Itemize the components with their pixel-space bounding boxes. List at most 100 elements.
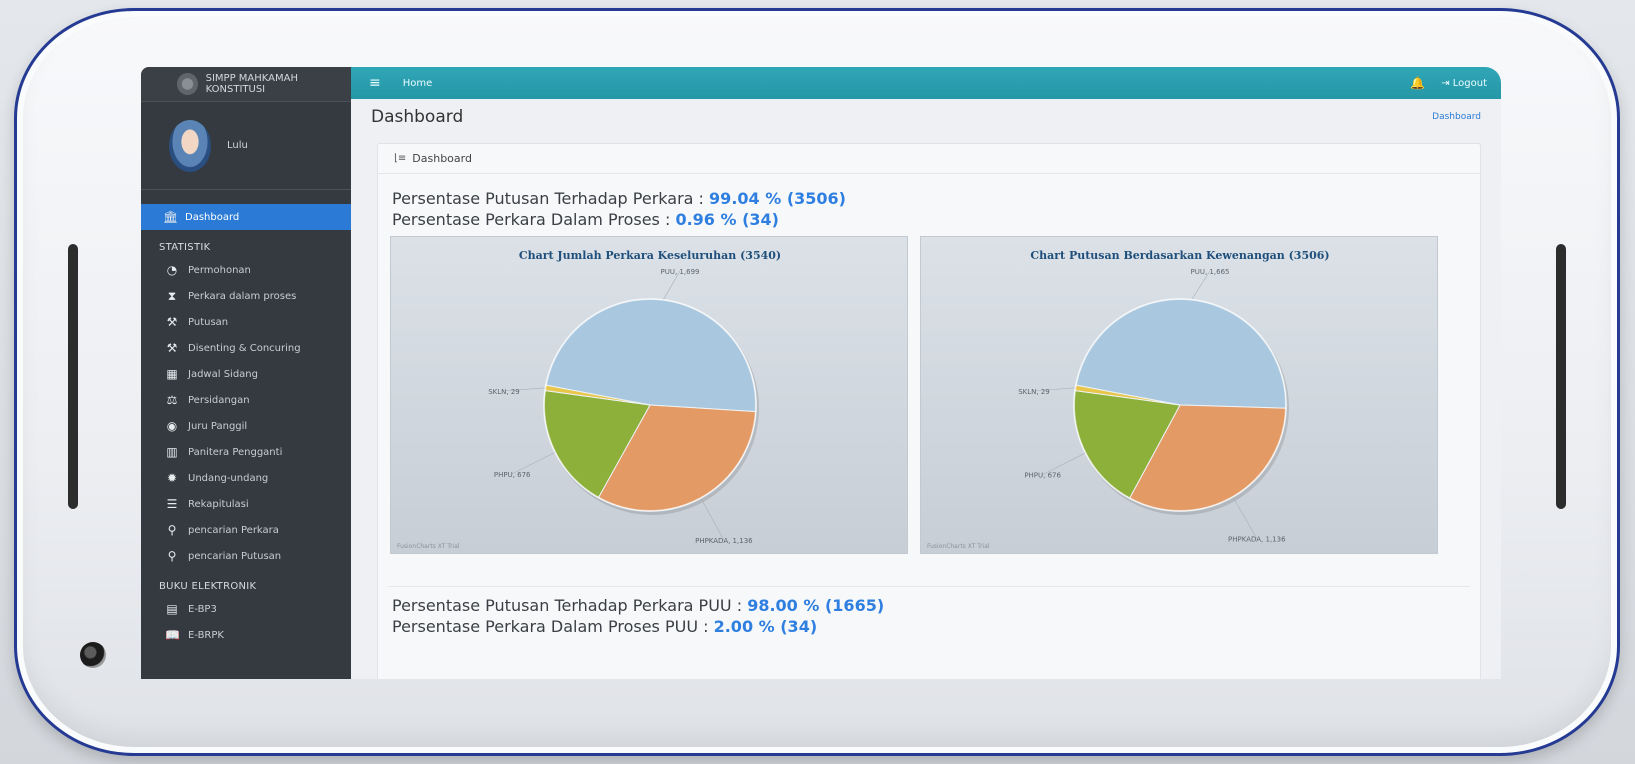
search-icon: ⚲ (167, 549, 177, 563)
list-icon: ☰ (166, 497, 178, 511)
charts-row: Chart Jumlah Perkara Keseluruhan (3540) P… (390, 236, 1480, 554)
breadcrumb[interactable]: Dashboard (1432, 112, 1481, 122)
notification-bell-icon[interactable]: 🔔 (1410, 76, 1425, 90)
sidebar-item-label: Juru Panggil (188, 420, 248, 432)
sidebar-item-label: Undang-undang (188, 472, 269, 484)
open-book-icon: 📖 (165, 628, 180, 642)
stat-value: 99.04 % (3506) (709, 189, 846, 208)
sidebar-item-pencarian-perkara[interactable]: ⚲ pencarian Perkara (141, 517, 351, 543)
sidebar-item-persidangan[interactable]: ⚖ Persidangan (141, 387, 351, 413)
sidebar-item-label: Rekapitulasi (188, 498, 249, 510)
building-icon: ▥ (166, 445, 178, 459)
hourglass-icon: ⧗ (167, 288, 177, 303)
sidebar-item-label: E-BP3 (188, 603, 217, 615)
sidebar-item-label: Disenting & Concuring (188, 342, 301, 354)
pie-label-skln: SKLN, 29 (1018, 388, 1050, 396)
user-circle-icon: ◉ (166, 419, 178, 433)
stats-puu: Persentase Putusan Terhadap Perkara PUU … (378, 595, 1480, 637)
sidebar-item-undang-undang[interactable]: ✹ Undang-undang (141, 465, 351, 491)
device-side-button-right (1556, 244, 1566, 509)
chart-watermark: FusionCharts XT Trial (927, 543, 990, 550)
brand-title: SIMPP MAHKAMAH KONSTITUSI (205, 73, 298, 95)
sidebar-item-e-brpk[interactable]: 📖 E-BRPK (141, 622, 351, 648)
sidebar-item-pencarian-putusan[interactable]: ⚲ pencarian Putusan (141, 543, 351, 569)
user-name: Lulu (227, 140, 248, 151)
nav-section-header: STATISTIK (159, 242, 211, 253)
gavel-icon: ⚒ (166, 315, 178, 329)
pie-label-puu: PUU, 1,665 (1191, 268, 1230, 276)
sidebar-item-label: pencarian Perkara (188, 524, 279, 536)
sidebar-item-disenting[interactable]: ⚒ Disenting & Concuring (141, 335, 351, 361)
stat-line: Persentase Perkara Dalam Proses PUU : 2.… (378, 616, 1480, 637)
logout-icon: ⇥ (1441, 77, 1453, 89)
pie-chart-keseluruhan[interactable]: Chart Jumlah Perkara Keseluruhan (3540) P… (390, 236, 908, 554)
book-icon: ▤ (166, 602, 178, 616)
sidebar: SIMPP MAHKAMAH KONSTITUSI Lulu 🏛 Dashboa… (141, 67, 351, 679)
sidebar-item-panitera-pengganti[interactable]: ▥ Panitera Pengganti (141, 439, 351, 465)
stat-line: Persentase Perkara Dalam Proses : 0.96 %… (378, 209, 1480, 230)
stat-label: Persentase Perkara Dalam Proses : (392, 210, 671, 229)
nav-section-header: BUKU ELEKTRONIK (159, 581, 257, 592)
camera-icon (80, 642, 106, 668)
device-side-button-left (68, 244, 78, 509)
home-link[interactable]: Home (403, 78, 433, 89)
pie-label-phpkada: PHPKADA, 1,136 (695, 537, 753, 545)
hamburger-menu-icon[interactable]: ≡ (369, 75, 381, 91)
stat-line: Persentase Putusan Terhadap Perkara PUU … (378, 595, 1480, 616)
pie-label-phpu: PHPU, 676 (494, 471, 531, 479)
sidebar-item-putusan[interactable]: ⚒ Putusan (141, 309, 351, 335)
stat-label: Persentase Putusan Terhadap Perkara : (392, 189, 704, 208)
logout-label: Logout (1452, 77, 1487, 89)
pie-chart-kewenangan[interactable]: Chart Putusan Berdasarkan Kewenangan (35… (920, 236, 1438, 554)
sidebar-item-rekapitulasi[interactable]: ☰ Rekapitulasi (141, 491, 351, 517)
logout-button[interactable]: ⇥ Logout (1441, 78, 1487, 89)
pie-label-skln: SKLN, 29 (488, 388, 520, 396)
chart-title: Chart Jumlah Perkara Keseluruhan (3540) (519, 249, 781, 262)
pie-label-leader (1232, 496, 1258, 539)
user-panel[interactable]: Lulu (141, 102, 351, 190)
stat-value: 2.00 % (34) (713, 617, 818, 636)
pie-chart-svg: Chart Putusan Berdasarkan Kewenangan (35… (1018, 249, 1329, 543)
pie-chart-icon: ◔ (166, 263, 178, 277)
search-icon: ⚲ (167, 523, 177, 537)
stat-value: 98.00 % (1665) (747, 596, 885, 615)
dashboard-card: ⌊≡ Dashboard Persentase Putusan Terhadap… (377, 143, 1481, 679)
divider (388, 586, 1470, 587)
gavel-icon: ⚒ (166, 341, 178, 355)
sidebar-item-jadwal-sidang[interactable]: ▦ Jadwal Sidang (141, 361, 351, 387)
stat-value: 0.96 % (34) (675, 210, 779, 229)
sidebar-item-label: Putusan (188, 316, 229, 328)
stat-line: Persentase Putusan Terhadap Perkara : 99… (378, 188, 1480, 209)
card-title: Dashboard (412, 152, 472, 165)
scale-icon: ⚖ (166, 393, 178, 407)
sidebar-item-label: Permohonan (188, 264, 251, 276)
line-chart-icon: ⌊≡ (394, 153, 407, 164)
sidebar-item-label: Persidangan (188, 394, 250, 406)
sidebar-item-e-bp3[interactable]: ▤ E-BP3 (141, 596, 351, 622)
sidebar-item-label: pencarian Putusan (188, 550, 282, 562)
pie-label-puu: PUU, 1,699 (661, 268, 700, 276)
brand[interactable]: SIMPP MAHKAMAH KONSTITUSI (141, 67, 351, 102)
card-header: ⌊≡ Dashboard (378, 144, 1480, 174)
sidebar-item-label: Panitera Pengganti (188, 446, 283, 458)
sidebar-item-juru-panggil[interactable]: ◉ Juru Panggil (141, 413, 351, 439)
calendar-icon: ▦ (166, 367, 178, 381)
logo-icon (177, 73, 198, 95)
pie-label-phpkada: PHPKADA, 1,136 (1228, 535, 1286, 543)
bank-icon: 🏛 (163, 210, 179, 224)
avatar (169, 119, 211, 172)
main-content: Dashboard Dashboard ⌊≡ Dashboard Persent… (351, 99, 1501, 679)
chart-title: Chart Putusan Berdasarkan Kewenangan (35… (1030, 249, 1329, 262)
device-frame: SIMPP MAHKAMAH KONSTITUSI Lulu 🏛 Dashboa… (14, 8, 1620, 756)
sidebar-item-label: E-BRPK (188, 629, 224, 641)
sidebar-item-perkara-dalam-proses[interactable]: ⧗ Perkara dalam proses (141, 283, 351, 309)
stat-label: Persentase Putusan Terhadap Perkara PUU … (392, 596, 743, 615)
pie-label-leader (700, 497, 725, 541)
topbar-actions: 🔔 ⇥ Logout (1410, 76, 1487, 90)
sidebar-item-dashboard[interactable]: 🏛 Dashboard (141, 204, 351, 230)
sidebar-item-permohonan[interactable]: ◔ Permohonan (141, 257, 351, 283)
sidebar-item-label: Perkara dalam proses (188, 290, 297, 302)
gear-icon: ✹ (166, 471, 178, 485)
pie-chart-svg: Chart Jumlah Perkara Keseluruhan (3540) P… (488, 249, 781, 545)
sidebar-item-label: Jadwal Sidang (188, 368, 258, 380)
